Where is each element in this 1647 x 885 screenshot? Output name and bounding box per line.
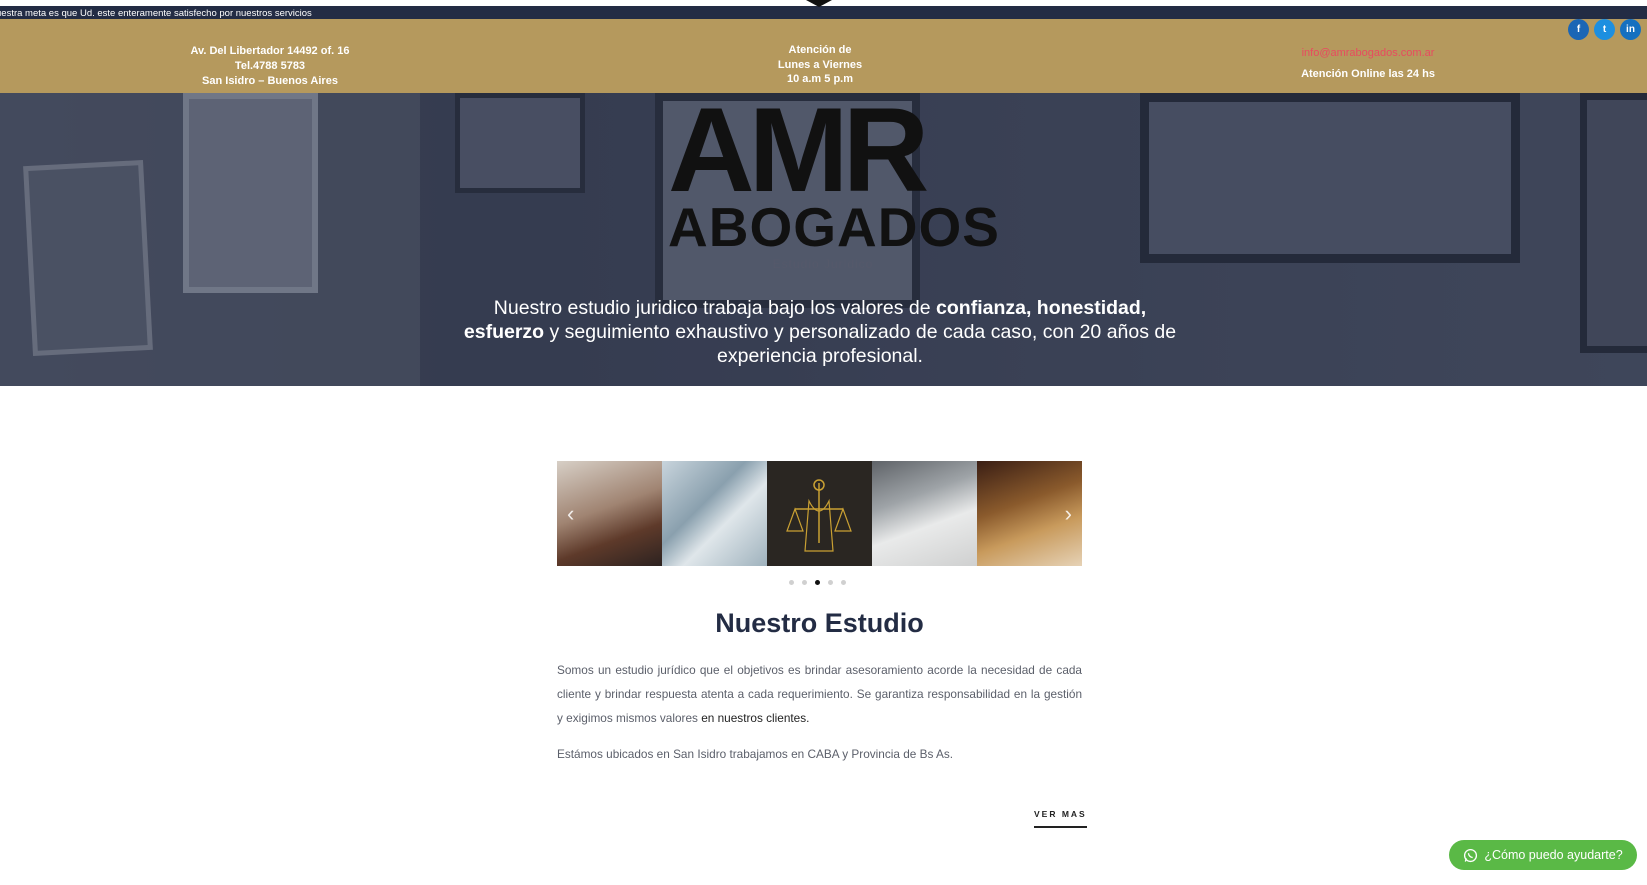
whatsapp-label: ¿Cómo puedo ayudarte? bbox=[1484, 848, 1623, 862]
logo-abogados-text: ABOGADOS bbox=[668, 196, 1000, 258]
carousel-dots bbox=[789, 580, 846, 585]
carousel-slide-scales: › bbox=[977, 461, 1082, 566]
address-phone: Tel.4788 5783 bbox=[234, 60, 306, 72]
whatsapp-icon bbox=[1464, 848, 1478, 862]
whatsapp-chat-button[interactable]: ¿Cómo puedo ayudarte? bbox=[1449, 840, 1637, 870]
address-block: Av. Del Libertador 14492 of. 16 Tel.4788… bbox=[170, 44, 370, 89]
carousel-dot[interactable] bbox=[828, 580, 833, 585]
carousel-slide-books: ‹ bbox=[557, 461, 662, 566]
carousel-dot-active[interactable] bbox=[815, 580, 820, 585]
amr-logo: AMR ABOGADOS Estudio Juridico bbox=[668, 83, 1000, 271]
estudio-text-dark: en nuestros clientes. bbox=[701, 711, 810, 725]
facebook-icon[interactable]: f bbox=[1568, 19, 1589, 40]
carousel-slide-glasses bbox=[872, 461, 977, 566]
image-carousel[interactable]: ‹ › bbox=[557, 461, 1082, 566]
contact-block: info@amrabogados.com.ar Atención Online … bbox=[1268, 46, 1468, 82]
address-city: San Isidro – Buenos Aires bbox=[202, 75, 338, 87]
estudio-text: Somos un estudio jurídico que el objetiv… bbox=[557, 663, 1082, 725]
estudio-paragraph-2: Estámos ubicados en San Isidro trabajamo… bbox=[557, 747, 954, 761]
hero-description: Nuestro estudio juridico trabaja bajo lo… bbox=[460, 296, 1180, 368]
contact-info-bar: Av. Del Libertador 14492 of. 16 Tel.4788… bbox=[0, 19, 1647, 93]
email-link[interactable]: info@amrabogados.com.ar bbox=[1268, 46, 1468, 61]
logo-tagline: Estudio Juridico bbox=[772, 257, 874, 271]
dropdown-notch-icon[interactable] bbox=[806, 0, 832, 7]
carousel-slide-laptop bbox=[662, 461, 767, 566]
hours-days: Lunes a Viernes bbox=[777, 58, 863, 71]
top-announcement-bar: uestra meta es que Ud. este enteramente … bbox=[0, 0, 1647, 19]
estudio-paragraph-1: Somos un estudio jurídico que el objetiv… bbox=[557, 658, 1082, 730]
hours-block: Atención de Lunes a Viernes 10 a.m 5 p.m bbox=[740, 43, 900, 87]
carousel-next-icon[interactable]: › bbox=[1065, 501, 1072, 527]
online-attention: Atención Online las 24 hs bbox=[1301, 68, 1435, 80]
linkedin-icon[interactable]: in bbox=[1620, 19, 1641, 40]
carousel-dot[interactable] bbox=[841, 580, 846, 585]
carousel-slide-justice bbox=[767, 461, 872, 566]
logo-amr-text: AMR bbox=[668, 83, 929, 217]
ver-mas-link[interactable]: VER MAS bbox=[1034, 809, 1087, 828]
address-street: Av. Del Libertador 14492 of. 16 bbox=[190, 45, 350, 57]
carousel-dot[interactable] bbox=[802, 580, 807, 585]
hero-text-post: y seguimiento exhaustivo y personalizado… bbox=[544, 321, 1177, 367]
section-title: Nuestro Estudio bbox=[715, 608, 924, 638]
social-links: f t in bbox=[1568, 19, 1641, 40]
marquee-text: uestra meta es que Ud. este enteramente … bbox=[0, 8, 312, 19]
hours-title: Atención de bbox=[788, 44, 852, 56]
twitter-icon[interactable]: t bbox=[1594, 19, 1615, 40]
carousel-dot[interactable] bbox=[789, 580, 794, 585]
lady-justice-icon bbox=[786, 479, 852, 552]
carousel-prev-icon[interactable]: ‹ bbox=[567, 501, 574, 527]
hero-text-pre: Nuestro estudio juridico trabaja bajo lo… bbox=[493, 297, 937, 319]
